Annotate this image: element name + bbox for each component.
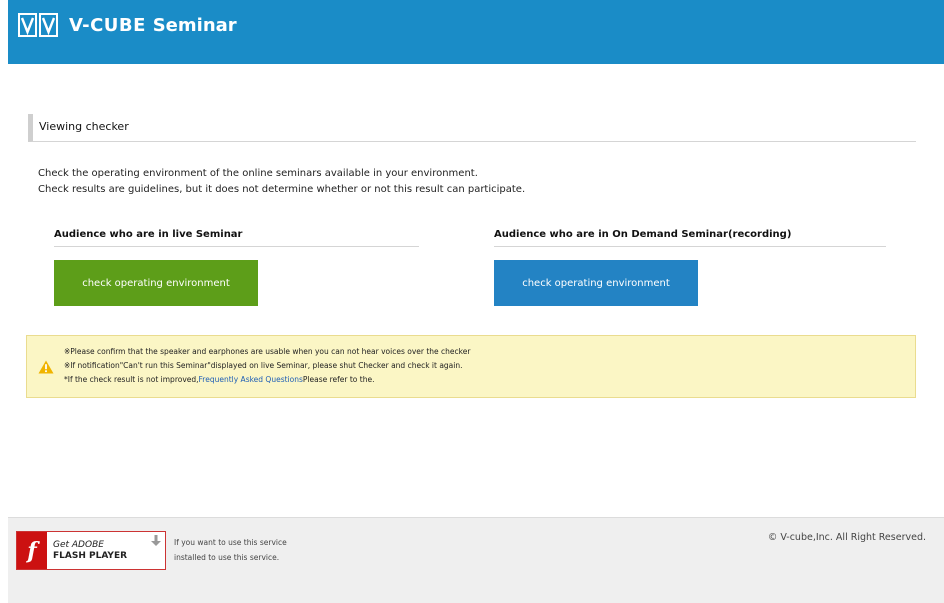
on-demand-seminar-title: Audience who are in On Demand Seminar(re…: [494, 229, 886, 247]
flash-badge-get: Get ADOBE: [53, 539, 104, 550]
logo-text: V-CUBE Seminar: [69, 14, 237, 36]
header-bar: V-CUBE Seminar: [8, 0, 944, 64]
intro-line-2: Check results are guidelines, but it doe…: [38, 184, 526, 195]
flash-badge-player: FLASH PLAYER: [53, 550, 128, 561]
section-title: Viewing checker: [39, 120, 129, 133]
get-flash-player-badge[interactable]: f Get ADOBE FLASH PLAYER: [16, 531, 166, 570]
footer: f Get ADOBE FLASH PLAYER If you want to …: [8, 517, 944, 603]
intro-text: Check the operating environment of the o…: [38, 166, 525, 198]
check-live-environment-button[interactable]: check operating environment: [54, 260, 258, 306]
live-seminar-title: Audience who are in live Seminar: [54, 229, 419, 247]
faq-link[interactable]: Frequently Asked Questions: [199, 375, 303, 384]
notice-line-1: ※Please confirm that the speaker and ear…: [64, 347, 471, 356]
vcube-logo-icon: [18, 13, 60, 37]
warning-icon: [38, 360, 54, 374]
logo[interactable]: V-CUBE Seminar: [18, 13, 237, 37]
notice-line-3: *If the check result is not improved,Fre…: [64, 375, 375, 384]
flash-description: If you want to use this service installe…: [174, 538, 287, 562]
intro-line-1: Check the operating environment of the o…: [38, 168, 478, 179]
check-on-demand-environment-button[interactable]: check operating environment: [494, 260, 698, 306]
notice-line-2: ※If notification"Can't run this Seminar"…: [64, 361, 463, 370]
notice-box: ※Please confirm that the speaker and ear…: [26, 335, 916, 398]
copyright: © V-cube,Inc. All Right Reserved.: [767, 532, 926, 543]
flash-icon: f: [17, 532, 47, 569]
download-arrow-icon: [151, 535, 161, 546]
section-heading: Viewing checker: [28, 114, 916, 142]
